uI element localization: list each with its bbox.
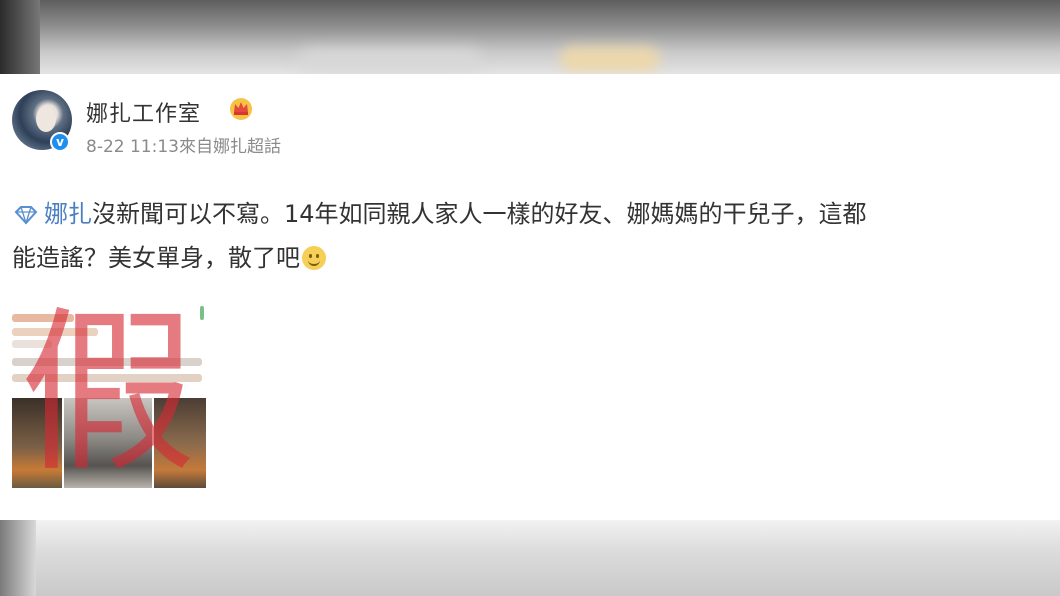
crown-icon[interactable] (228, 96, 254, 120)
post-line-2: 能造謠？美女單身，散了吧 (12, 236, 1060, 280)
diamond-icon (14, 206, 38, 225)
post-text-line-1: 沒新聞可以不寫。14年如同親人家人一樣的好友、娜媽媽的干兒子，這都 (92, 200, 867, 228)
verified-icon: v (50, 132, 70, 152)
post-text-line-2: 能造謠？美女單身，散了吧 (12, 244, 300, 272)
post-time[interactable]: 8-22 11:13 (86, 137, 179, 157)
post-source[interactable]: 來自娜扎超話 (179, 137, 281, 157)
account-name[interactable]: 娜扎工作室 (86, 96, 201, 128)
post-body: 娜扎沒新聞可以不寫。14年如同親人家人一樣的好友、娜媽媽的干兒子，這都 能造謠？… (12, 192, 1060, 280)
hashtag-link[interactable]: 娜扎 (44, 200, 92, 228)
post-meta: 8-22 11:13來自娜扎超話 (86, 132, 281, 157)
fake-stamp: 假 (19, 291, 196, 496)
post-line-1: 娜扎沒新聞可以不寫。14年如同親人家人一樣的好友、娜媽媽的干兒子，這都 (12, 192, 1060, 236)
blurred-top-strip (0, 0, 1060, 74)
weibo-post-card: v 娜扎工作室 8-22 11:13來自娜扎超話 娜扎沒新聞可以不寫。14年如同… (0, 74, 1060, 520)
smile-icon (302, 246, 326, 270)
blurred-bottom-strip (0, 520, 1060, 596)
